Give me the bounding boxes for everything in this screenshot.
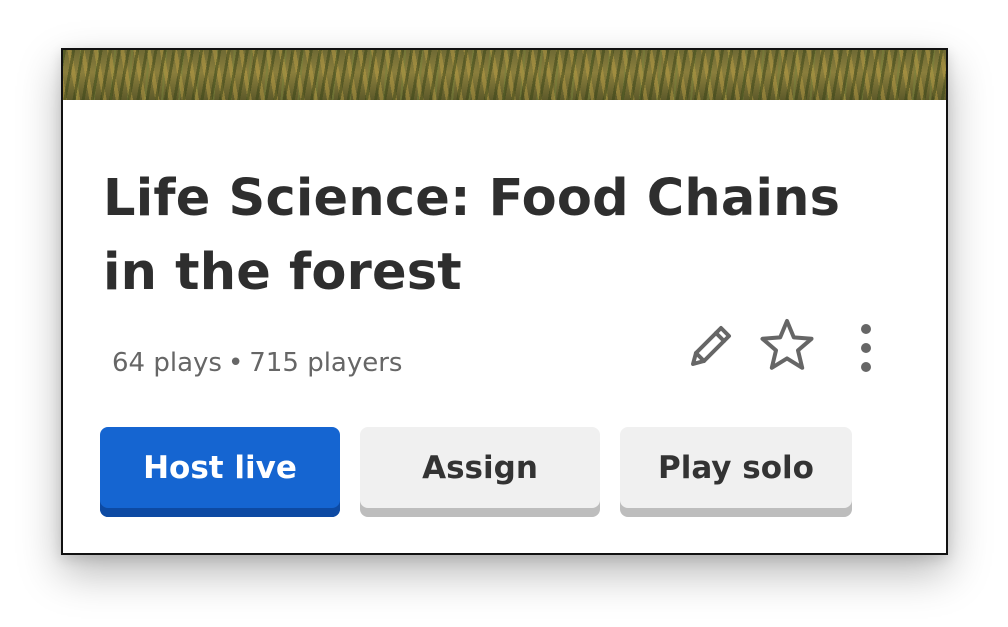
cover-image [63,50,946,100]
host-live-button[interactable]: Host live [100,427,340,517]
star-icon [760,319,814,370]
play-stats: 64 plays • 715 players [112,348,402,378]
more-vertical-icon [861,324,871,372]
more-options-button[interactable] [849,320,883,376]
plays-count: 64 plays [112,348,222,378]
play-solo-button[interactable]: Play solo [620,427,852,517]
page: Life Science: Food Chains in the forest … [0,0,1008,627]
pencil-icon [691,326,731,366]
edit-button[interactable] [683,318,739,374]
assign-button[interactable]: Assign [360,427,600,517]
stats-separator: • [227,348,244,378]
favorite-button[interactable] [757,316,817,376]
players-count: 715 players [249,348,403,378]
card-title: Life Science: Food Chains in the forest [103,169,841,302]
kahoot-card: Life Science: Food Chains in the forest … [61,48,948,555]
